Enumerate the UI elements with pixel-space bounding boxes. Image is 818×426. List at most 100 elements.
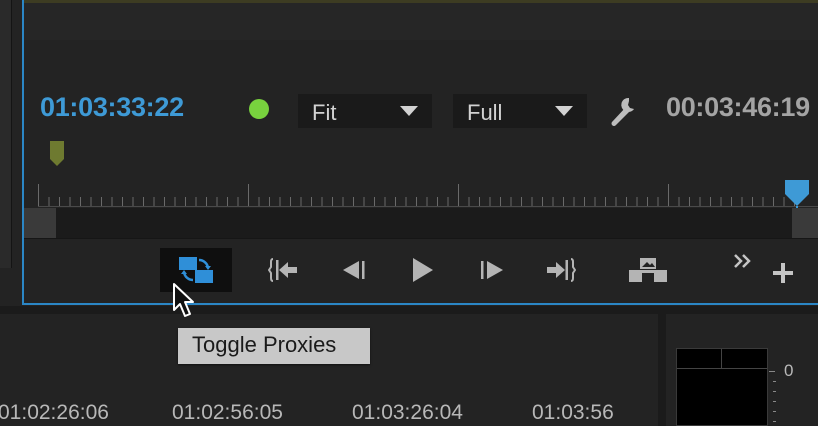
- export-frame-icon: [629, 258, 667, 282]
- ruler-tick: [563, 197, 564, 206]
- audio-meter: [676, 348, 768, 426]
- ruler-tick: [510, 197, 512, 206]
- plus-icon: [773, 263, 793, 283]
- ruler-tick: [143, 197, 144, 206]
- ruler-tick: [762, 197, 764, 206]
- time-ruler[interactable]: [24, 178, 818, 208]
- ruler-tick: [468, 197, 470, 206]
- ruler-tick: [437, 197, 438, 206]
- ruler-tick: [90, 197, 92, 206]
- ruler-tick: [447, 197, 449, 206]
- ruler-tick: [332, 197, 333, 206]
- audio-meter-channel-divider: [721, 349, 722, 369]
- play-icon: [413, 258, 433, 282]
- ruler-tick: [773, 197, 774, 206]
- ruler-tick: [321, 197, 323, 206]
- ruler-tick: [153, 197, 155, 206]
- ruler-tick: [374, 197, 375, 206]
- ruler-tick: [48, 197, 50, 206]
- ruler-tick: [689, 197, 690, 206]
- mouse-pointer-icon: [173, 283, 194, 317]
- ruler-tick: [395, 197, 396, 206]
- ruler-tick: [216, 197, 218, 206]
- wrench-icon[interactable]: [606, 94, 640, 128]
- audio-meter-zero-label: 0: [784, 361, 794, 380]
- ruler-tick: [300, 197, 302, 206]
- play-button[interactable]: [400, 248, 444, 292]
- ruler-tick: [132, 197, 134, 206]
- ruler-tick: [195, 197, 197, 206]
- ruler-tick: [500, 197, 501, 206]
- timeline-ruler-timecode: 01:03:26:04: [352, 401, 463, 424]
- ruler-tick: [342, 197, 344, 206]
- ruler-tick: [164, 197, 165, 206]
- step-back-button[interactable]: [332, 248, 376, 292]
- ruler-tick: [458, 184, 459, 206]
- ruler-tick: [605, 197, 606, 206]
- timeline-ruler-timecode: 01:02:26:06: [0, 401, 109, 424]
- ruler-baseline: [38, 206, 818, 207]
- ruler-tick: [668, 184, 669, 206]
- ruler-tick: [248, 184, 249, 206]
- zoom-scrollbar[interactable]: [24, 208, 818, 238]
- scrollbar-right-handle[interactable]: [792, 208, 818, 238]
- playback-resolution-value: Full: [467, 100, 503, 125]
- ruler-tick: [416, 197, 417, 206]
- ruler-tick: [353, 197, 354, 206]
- status-dot: [249, 99, 269, 119]
- ruler-tick: [573, 197, 575, 206]
- step-forward-icon: [481, 261, 503, 279]
- ruler-tick: [426, 197, 428, 206]
- in-point-marker[interactable]: [50, 141, 64, 166]
- ruler-tick: [206, 197, 207, 206]
- ruler-tick: [710, 197, 711, 206]
- audio-meter-scale: [769, 371, 776, 422]
- playhead-marker[interactable]: [785, 180, 809, 208]
- go-to-out-icon: [547, 258, 576, 282]
- ruler-tick: [279, 197, 281, 206]
- zoom-level-select[interactable]: Fit: [298, 94, 432, 128]
- audio-meter-peak-row: [677, 349, 767, 369]
- ruler-tick: [111, 197, 113, 206]
- export-frame-button[interactable]: [624, 248, 672, 292]
- tooltip: Toggle Proxies: [178, 328, 370, 364]
- ruler-tick: [542, 197, 543, 206]
- ruler-tick: [531, 197, 533, 206]
- ruler-tick: [101, 197, 102, 206]
- ruler-tick: [720, 197, 722, 206]
- duration-timecode: 00:03:46:19: [666, 92, 810, 122]
- ruler-tick: [479, 197, 480, 206]
- playback-resolution-select[interactable]: Full: [453, 94, 587, 128]
- ruler-tick: [185, 197, 186, 206]
- double-chevron-icon: [734, 254, 751, 268]
- more-controls-button[interactable]: [728, 246, 758, 276]
- transport-divider: [24, 238, 818, 239]
- ruler-tick: [584, 197, 585, 206]
- ruler-tick: [699, 197, 701, 206]
- chevron-down-icon: [555, 106, 573, 116]
- ruler-tick: [80, 197, 81, 206]
- ruler-tick: [69, 197, 71, 206]
- step-forward-button[interactable]: [470, 248, 514, 292]
- ruler-tick: [489, 197, 491, 206]
- go-to-out-button[interactable]: [538, 248, 582, 292]
- ruler-tick: [657, 197, 659, 206]
- go-to-in-button[interactable]: [262, 248, 306, 292]
- ruler-tick: [38, 184, 39, 206]
- ruler-tick: [174, 197, 176, 206]
- ruler-tick: [626, 197, 627, 206]
- button-editor-button[interactable]: [766, 256, 800, 290]
- go-to-in-icon: [268, 258, 297, 282]
- scrollbar-left-handle[interactable]: [24, 208, 56, 238]
- ruler-tick: [237, 197, 239, 206]
- ruler-tick: [269, 197, 270, 206]
- ruler-tick: [384, 197, 386, 206]
- ruler-tick: [122, 197, 123, 206]
- ruler-ticks: [38, 184, 795, 206]
- current-timecode[interactable]: 01:03:33:22: [40, 92, 184, 123]
- ruler-tick: [752, 197, 753, 206]
- ruler-tick: [290, 197, 291, 206]
- panel-divider[interactable]: [658, 314, 666, 426]
- ruler-tick: [227, 197, 228, 206]
- ruler-tick: [594, 197, 596, 206]
